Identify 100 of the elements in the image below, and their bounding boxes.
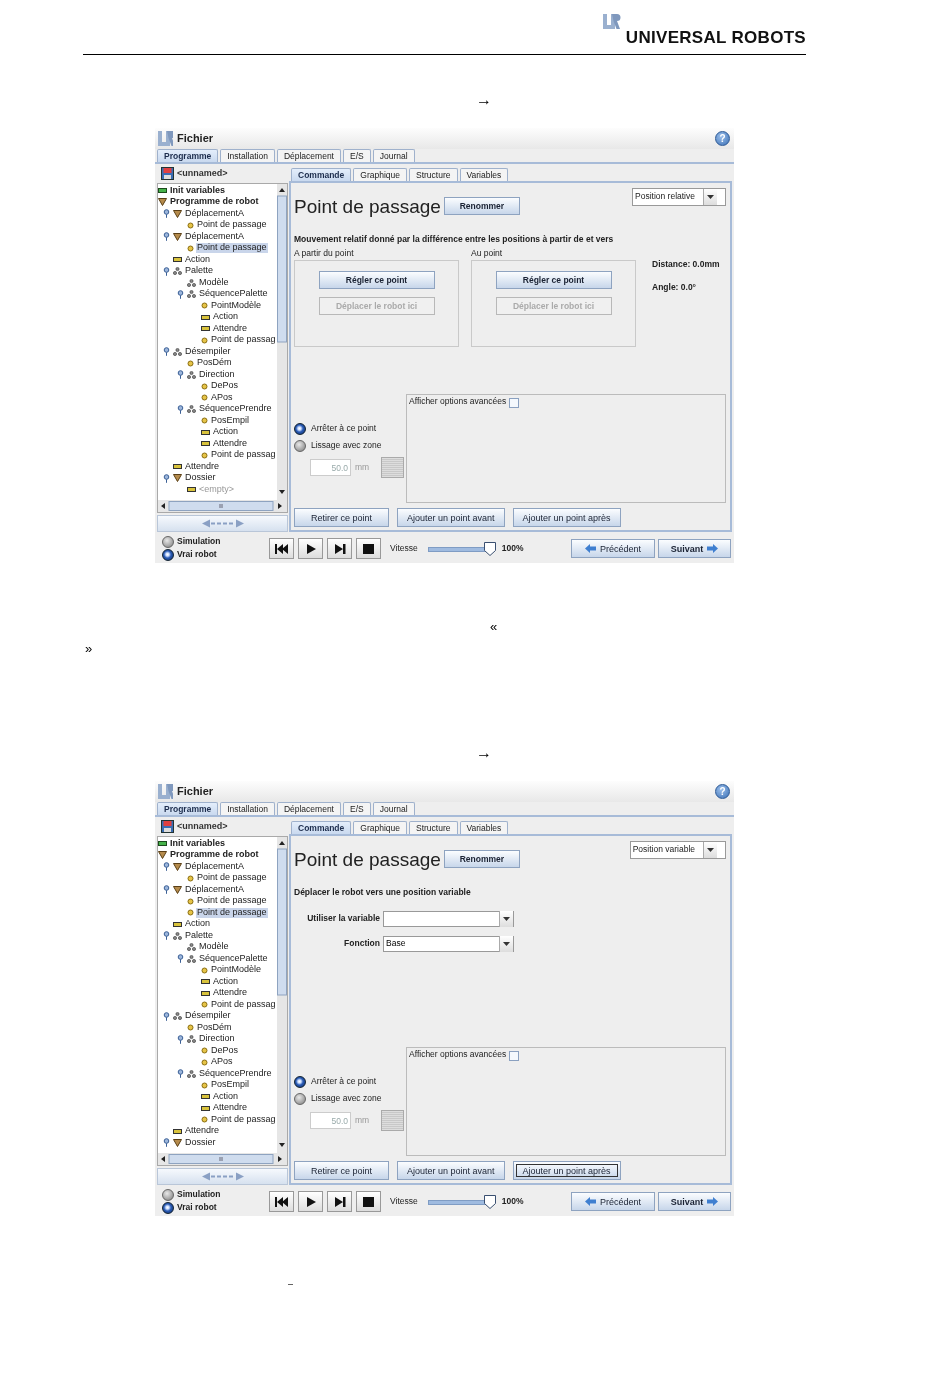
tree-item[interactable]: APos <box>210 392 234 403</box>
action-button[interactable]: Retirer ce point <box>294 508 389 527</box>
tab[interactable]: Commande <box>291 168 352 181</box>
expander-icon[interactable] <box>163 862 170 872</box>
action-button[interactable]: Retirer ce point <box>294 1161 389 1180</box>
tree-item[interactable]: Action <box>212 976 239 987</box>
tree-item[interactable]: DePos <box>210 1045 239 1056</box>
tab[interactable]: Journal <box>372 149 415 162</box>
tree-item[interactable]: Modèle <box>198 942 230 953</box>
tree-item[interactable]: Attendre <box>212 1103 249 1114</box>
radio-button[interactable] <box>162 549 174 561</box>
tree-item[interactable]: DéplacementA <box>184 884 246 895</box>
select-field[interactable]: Base <box>383 936 514 952</box>
select-field[interactable] <box>383 911 514 927</box>
rename-button[interactable]: Renommer <box>443 850 520 868</box>
play-button[interactable] <box>298 1191 323 1212</box>
tab[interactable]: E/S <box>343 802 371 815</box>
tree-item[interactable]: Action <box>184 254 211 265</box>
set-point-button[interactable]: Régler ce point <box>495 271 612 289</box>
tree-item[interactable]: Point de passag <box>210 1114 277 1125</box>
tree-item[interactable]: SéquencePrendre <box>198 1068 273 1079</box>
tree-item[interactable]: Programme de robot <box>169 197 260 208</box>
tab[interactable]: Déplacement <box>276 802 341 815</box>
vertical-scrollbar[interactable] <box>277 837 287 1153</box>
tree-item[interactable]: Palette <box>184 266 215 277</box>
tab[interactable]: Graphique <box>353 821 407 834</box>
tree-item[interactable]: Point de passage <box>196 896 268 907</box>
tree-item[interactable]: Point de passage <box>196 873 268 884</box>
mode-dropdown[interactable]: Position relative <box>632 188 726 206</box>
tree-item[interactable]: DePos <box>210 381 239 392</box>
expander-icon[interactable] <box>163 473 170 483</box>
tree-item[interactable]: Modèle <box>198 277 230 288</box>
expander-icon[interactable] <box>163 266 170 276</box>
tree-item[interactable]: Dossier <box>184 1137 217 1148</box>
tab[interactable]: Installation <box>220 802 275 815</box>
expander-icon[interactable] <box>177 370 184 380</box>
tab[interactable]: Installation <box>220 149 275 162</box>
tab[interactable]: Structure <box>409 821 458 834</box>
previous-button[interactable]: Précédent <box>571 1192 655 1211</box>
radio-button[interactable] <box>162 1189 174 1201</box>
tree-item[interactable]: Point de passage <box>196 907 268 918</box>
tree-item[interactable]: Point de passag <box>210 335 277 346</box>
tree-item[interactable]: SéquencePalette <box>198 953 269 964</box>
tree-item[interactable]: Init variables <box>169 838 227 849</box>
tree-item[interactable]: PosDém <box>196 1022 233 1033</box>
tab[interactable]: E/S <box>343 149 371 162</box>
stop-button[interactable] <box>356 538 381 559</box>
tree-item[interactable]: DéplacementA <box>184 861 246 872</box>
expander-icon[interactable] <box>163 885 170 895</box>
tab[interactable]: Graphique <box>353 168 407 181</box>
tree-item[interactable]: Direction <box>198 1034 236 1045</box>
tree-item[interactable]: Attendre <box>212 438 249 449</box>
tree-item[interactable]: SéquencePrendre <box>198 404 273 415</box>
tab[interactable]: Programme <box>157 149 219 162</box>
next-button[interactable]: Suivant <box>658 539 731 558</box>
tree-item[interactable]: Action <box>184 919 211 930</box>
tab[interactable]: Déplacement <box>276 149 341 162</box>
expander-icon[interactable] <box>163 931 170 941</box>
checkbox[interactable] <box>509 1051 520 1061</box>
radio-button[interactable] <box>294 422 306 435</box>
tree-item[interactable]: Attendre <box>184 1126 221 1137</box>
expander-icon[interactable] <box>163 1011 170 1021</box>
action-button[interactable]: Ajouter un point après <box>512 1161 621 1180</box>
tree-item[interactable]: Action <box>212 1091 239 1102</box>
tree-item[interactable]: Désempiler <box>184 1011 232 1022</box>
play-button[interactable] <box>298 538 323 559</box>
tree-item[interactable]: Attendre <box>212 323 249 334</box>
previous-button[interactable]: Précédent <box>571 539 655 558</box>
rename-button[interactable]: Renommer <box>443 197 520 215</box>
menu-title[interactable]: Fichier <box>177 132 214 145</box>
slider-thumb[interactable] <box>483 1194 496 1209</box>
tree-item[interactable]: PosDém <box>196 358 233 369</box>
checkbox[interactable] <box>509 398 520 408</box>
tree-item[interactable]: Point de passage <box>196 243 268 254</box>
tree-item[interactable]: DéplacementA <box>184 231 246 242</box>
tree-item[interactable]: Point de passag <box>210 450 277 461</box>
radio-button[interactable] <box>294 1092 306 1105</box>
expander-icon[interactable] <box>163 1138 170 1148</box>
expander-icon[interactable] <box>177 1034 184 1044</box>
tree-item[interactable]: Dossier <box>184 473 217 484</box>
expander-icon[interactable] <box>177 404 184 414</box>
tab[interactable]: Programme <box>157 802 219 815</box>
radio-button[interactable] <box>294 439 306 452</box>
tree-item[interactable]: Action <box>212 312 239 323</box>
expander-icon[interactable] <box>163 209 170 219</box>
radio-button[interactable] <box>162 536 174 548</box>
tree-item[interactable]: Point de passage <box>196 220 268 231</box>
radio-button[interactable] <box>162 1202 174 1214</box>
expander-icon[interactable] <box>163 232 170 242</box>
radio-button[interactable] <box>294 1075 306 1088</box>
action-button[interactable]: Ajouter un point avant <box>397 508 505 527</box>
action-button[interactable]: Ajouter un point après <box>512 508 621 527</box>
step-button[interactable] <box>327 538 352 559</box>
tab[interactable]: Structure <box>409 168 458 181</box>
tree-item[interactable]: Désempiler <box>184 346 232 357</box>
horizontal-scrollbar[interactable] <box>158 500 287 512</box>
tab[interactable]: Commande <box>291 821 352 834</box>
mode-dropdown[interactable]: Position variable <box>629 841 726 859</box>
expander-icon[interactable] <box>177 1069 184 1079</box>
tab[interactable]: Variables <box>459 821 509 834</box>
